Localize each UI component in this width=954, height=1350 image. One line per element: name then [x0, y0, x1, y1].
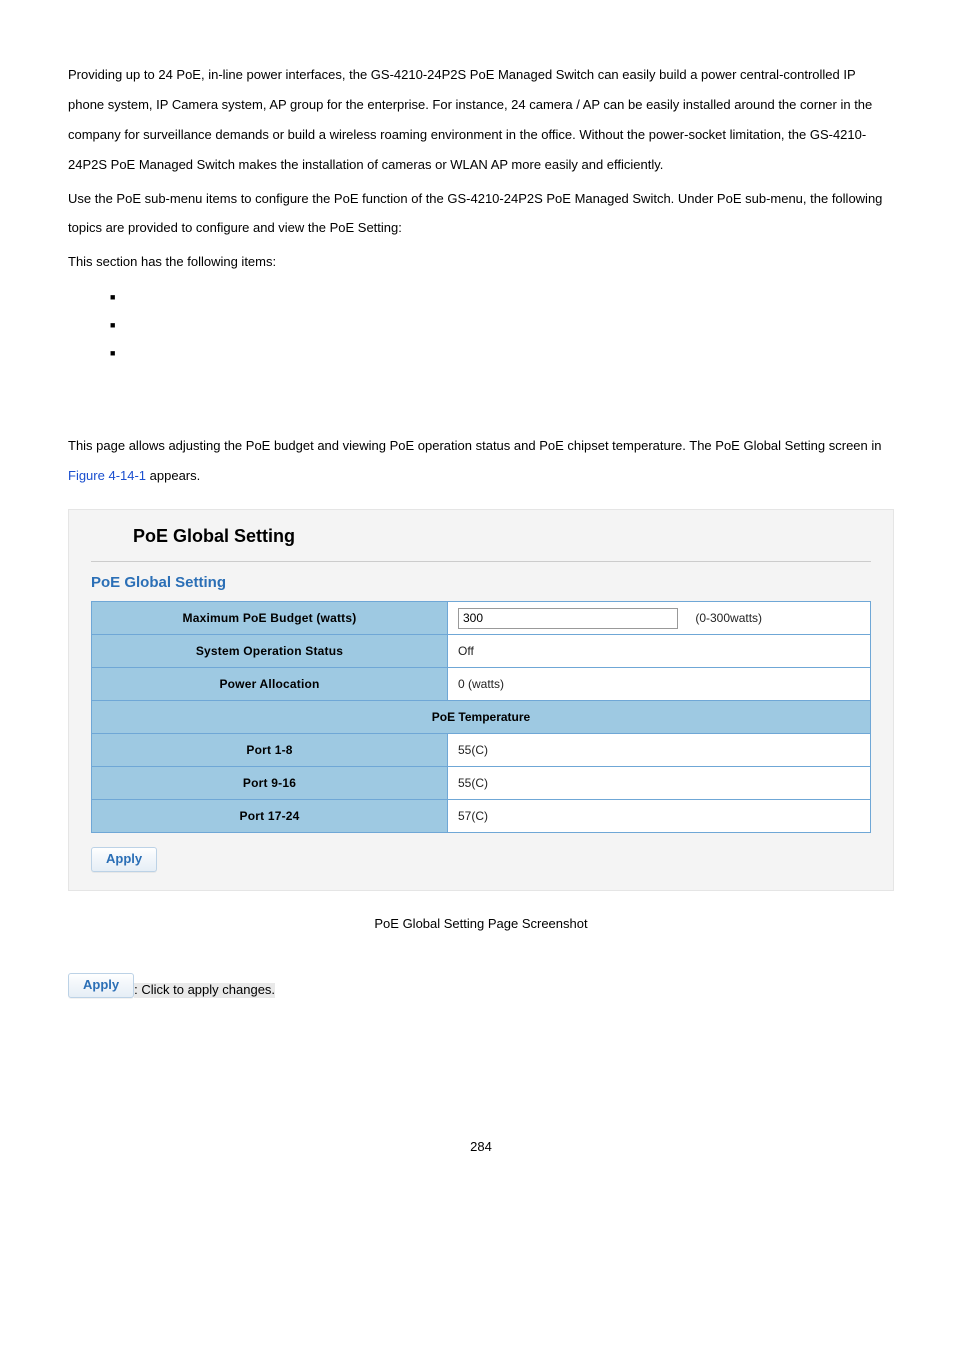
- port-1-8-value: 55(C): [448, 734, 871, 767]
- table-row: PoE Temperature: [92, 701, 871, 734]
- table-row: Port 1-8 55(C): [92, 734, 871, 767]
- poe-global-setting-panel: PoE Global Setting PoE Global Setting Ma…: [68, 509, 894, 891]
- intro-paragraph-1: Providing up to 24 PoE, in-line power in…: [68, 60, 894, 180]
- items-list: [110, 287, 894, 371]
- budget-label: Maximum PoE Budget (watts): [92, 602, 448, 635]
- section-text-1: This page allows adjusting the PoE budge…: [68, 438, 881, 453]
- intro-paragraph-2: Use the PoE sub-menu items to configure …: [68, 184, 894, 244]
- port-9-16-label: Port 9-16: [92, 767, 448, 800]
- port-17-24-value: 57(C): [448, 800, 871, 833]
- table-row: Port 17-24 57(C): [92, 800, 871, 833]
- panel-subtitle: PoE Global Setting: [91, 562, 871, 601]
- budget-input[interactable]: [458, 608, 678, 629]
- allocation-value: 0 (watts): [448, 668, 871, 701]
- panel-title: PoE Global Setting: [91, 510, 871, 559]
- page-number: 284: [68, 1138, 894, 1156]
- intro-paragraph-3: This section has the following items:: [68, 247, 894, 277]
- figure-reference-link[interactable]: Figure 4-14-1: [68, 468, 146, 483]
- temperature-header: PoE Temperature: [92, 701, 871, 734]
- section-text-2: appears.: [146, 468, 200, 483]
- table-row: Port 9-16 55(C): [92, 767, 871, 800]
- port-17-24-label: Port 17-24: [92, 800, 448, 833]
- table-row: System Operation Status Off: [92, 635, 871, 668]
- port-9-16-value: 55(C): [448, 767, 871, 800]
- list-item: [110, 343, 894, 371]
- budget-cell: (0-300watts): [448, 602, 871, 635]
- status-value: Off: [448, 635, 871, 668]
- list-item: [110, 287, 894, 315]
- table-row: Power Allocation 0 (watts): [92, 668, 871, 701]
- figure-caption: PoE Global Setting Page Screenshot: [68, 915, 894, 933]
- list-item: [110, 315, 894, 343]
- table-row: Maximum PoE Budget (watts) (0-300watts): [92, 602, 871, 635]
- apply-button[interactable]: Apply: [91, 847, 157, 872]
- allocation-label: Power Allocation: [92, 668, 448, 701]
- budget-range-hint: (0-300watts): [695, 611, 762, 625]
- section-intro: This page allows adjusting the PoE budge…: [68, 431, 894, 491]
- port-1-8-label: Port 1-8: [92, 734, 448, 767]
- status-label: System Operation Status: [92, 635, 448, 668]
- apply-button-example[interactable]: Apply: [68, 973, 134, 998]
- apply-description-row: Apply: Click to apply changes.: [68, 973, 894, 998]
- apply-description-text: : Click to apply changes.: [134, 983, 275, 998]
- poe-settings-table: Maximum PoE Budget (watts) (0-300watts) …: [91, 601, 871, 833]
